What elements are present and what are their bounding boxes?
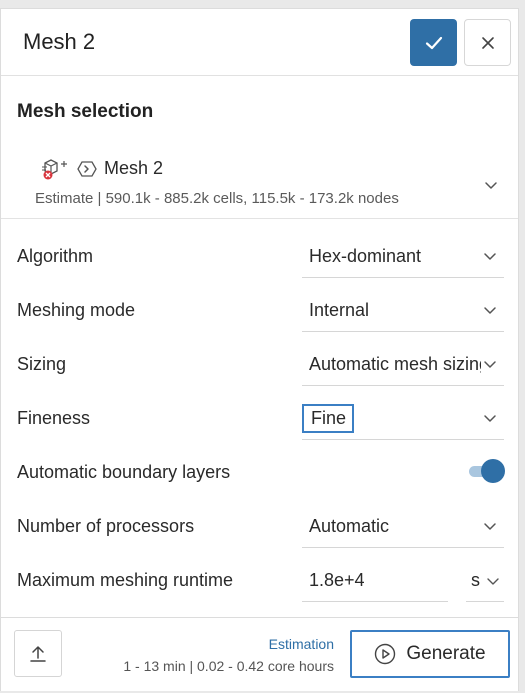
toggle-knob — [481, 459, 505, 483]
panel-header: Mesh 2 — [1, 9, 518, 76]
panel-title: Mesh 2 — [23, 29, 96, 54]
runtime-input[interactable]: 1.8e+4 — [302, 558, 448, 602]
runtime-unit-value: s — [471, 570, 480, 590]
runtime-label: Maximum meshing runtime — [17, 570, 234, 590]
upload-icon — [30, 645, 46, 662]
sizing-label: Sizing — [17, 354, 67, 374]
upload-button[interactable] — [14, 630, 62, 677]
meshing-mode-select[interactable]: Internal — [302, 288, 504, 332]
algorithm-row: Algorithm Hex-dominant — [1, 230, 518, 284]
processors-row: Number of processors Automatic — [1, 500, 518, 554]
mesh-cube-icon — [42, 159, 67, 180]
chevron-down-icon — [487, 578, 499, 585]
play-circle-icon — [375, 643, 396, 665]
chevron-down-icon — [484, 253, 496, 260]
boundary-layers-row: Automatic boundary layers — [1, 446, 518, 500]
fineness-row: Fineness Fine — [1, 392, 518, 446]
fineness-label: Fineness — [17, 408, 91, 428]
estimation-values: 1 - 13 min | 0.02 - 0.42 core hours — [123, 658, 334, 674]
fineness-value: Fine — [302, 404, 355, 433]
meshing-mode-row: Meshing mode Internal — [1, 284, 518, 338]
meshing-mode-value: Internal — [309, 300, 370, 320]
runtime-value: 1.8e+4 — [309, 570, 365, 590]
algorithm-value: Hex-dominant — [309, 246, 422, 266]
sizing-select[interactable]: Automatic mesh sizing — [302, 342, 504, 386]
estimation-title: Estimation — [268, 636, 334, 652]
runtime-row: Maximum meshing runtime 1.8e+4 s — [1, 554, 518, 608]
chevron-right-badge-icon — [77, 161, 97, 177]
chevron-down-icon — [484, 361, 496, 368]
chevron-down-icon — [484, 415, 496, 422]
confirm-button[interactable] — [410, 19, 457, 66]
fineness-select[interactable]: Fine — [302, 396, 504, 440]
algorithm-select[interactable]: Hex-dominant — [302, 234, 504, 278]
close-icon — [481, 36, 494, 49]
checkmark-icon — [425, 36, 442, 49]
processors-label: Number of processors — [17, 516, 195, 536]
generate-button[interactable]: Generate — [350, 630, 510, 678]
panel-footer: Estimation 1 - 13 min | 0.02 - 0.42 core… — [1, 617, 518, 691]
meshing-mode-label: Meshing mode — [17, 300, 136, 320]
sizing-row: Sizing Automatic mesh sizing — [1, 338, 518, 392]
close-button[interactable] — [464, 19, 511, 66]
generate-label: Generate — [406, 643, 486, 664]
runtime-unit-select[interactable]: s — [466, 558, 504, 602]
processors-value: Automatic — [309, 516, 390, 536]
mesh-selection-title: Mesh selection — [17, 101, 154, 122]
algorithm-label: Algorithm — [17, 246, 94, 266]
chevron-down-icon — [484, 307, 496, 314]
sizing-value: Automatic mesh sizing — [309, 354, 481, 374]
boundary-layers-label: Automatic boundary layers — [17, 462, 231, 482]
chevron-down-icon[interactable] — [482, 176, 500, 194]
processors-select[interactable]: Automatic — [302, 504, 504, 548]
chevron-down-icon — [484, 523, 496, 530]
mesh-estimate: Estimate | 590.1k - 885.2k cells, 115.5k… — [35, 190, 399, 207]
mesh-panel: Mesh 2 Mesh selection Mesh 2 Estimate | — [0, 8, 519, 691]
mesh-name: Mesh 2 — [104, 158, 164, 178]
boundary-layers-toggle[interactable] — [467, 458, 505, 484]
divider — [1, 218, 518, 219]
mesh-selector[interactable]: Mesh 2 Estimate | 590.1k - 885.2k cells,… — [1, 149, 518, 219]
